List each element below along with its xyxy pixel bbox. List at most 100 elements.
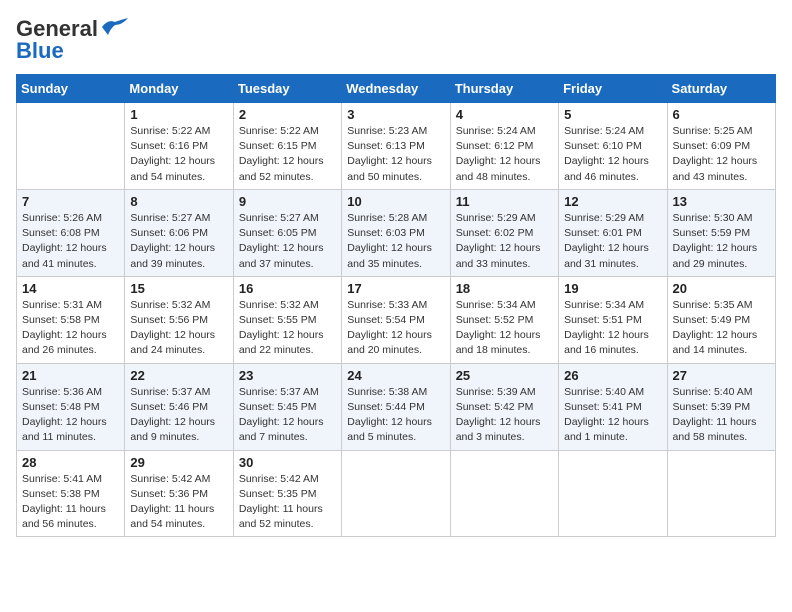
day-number: 22 (130, 368, 227, 383)
calendar-cell: 25Sunrise: 5:39 AM Sunset: 5:42 PM Dayli… (450, 363, 558, 450)
day-info: Sunrise: 5:39 AM Sunset: 5:42 PM Dayligh… (456, 385, 553, 446)
day-info: Sunrise: 5:32 AM Sunset: 5:55 PM Dayligh… (239, 298, 336, 359)
calendar-cell: 5 Sunrise: 5:24 AM Sunset: 6:10 PM Daylig… (559, 103, 667, 190)
weekday-header-friday: Friday (559, 75, 667, 103)
day-info: Sunrise: 5:40 AM Sunset: 5:41 PM Dayligh… (564, 385, 661, 446)
day-info: Sunrise: 5:31 AM Sunset: 5:58 PM Dayligh… (22, 298, 119, 359)
calendar-cell: 15 Sunrise: 5:32 AM Sunset: 5:56 PM Dayli… (125, 276, 233, 363)
day-info: Sunrise: 5:34 AM Sunset: 5:52 PM Dayligh… (456, 298, 553, 359)
calendar-cell: 9 Sunrise: 5:27 AM Sunset: 6:05 PM Daylig… (233, 189, 341, 276)
page-header: General Blue (16, 16, 776, 64)
day-number: 15 (130, 281, 227, 296)
calendar-week-row: 28Sunrise: 5:41 AM Sunset: 5:38 PM Dayli… (17, 450, 776, 537)
calendar-cell: 18 Sunrise: 5:34 AM Sunset: 5:52 PM Dayli… (450, 276, 558, 363)
day-number: 5 (564, 107, 661, 122)
calendar-cell: 29Sunrise: 5:42 AM Sunset: 5:36 PM Dayli… (125, 450, 233, 537)
day-info: Sunrise: 5:27 AM Sunset: 6:05 PM Dayligh… (239, 211, 336, 272)
day-number: 9 (239, 194, 336, 209)
day-number: 19 (564, 281, 661, 296)
calendar-week-row: 7 Sunrise: 5:26 AM Sunset: 6:08 PM Daylig… (17, 189, 776, 276)
logo-bird-icon (100, 17, 130, 37)
calendar-cell: 28Sunrise: 5:41 AM Sunset: 5:38 PM Dayli… (17, 450, 125, 537)
calendar-week-row: 14 Sunrise: 5:31 AM Sunset: 5:58 PM Dayli… (17, 276, 776, 363)
calendar-cell (559, 450, 667, 537)
day-number: 7 (22, 194, 119, 209)
day-number: 20 (673, 281, 770, 296)
calendar-cell: 17Sunrise: 5:33 AM Sunset: 5:54 PM Dayli… (342, 276, 450, 363)
calendar-cell: 6 Sunrise: 5:25 AM Sunset: 6:09 PM Daylig… (667, 103, 775, 190)
day-number: 12 (564, 194, 661, 209)
calendar-cell: 23 Sunrise: 5:37 AM Sunset: 5:45 PM Dayli… (233, 363, 341, 450)
day-number: 21 (22, 368, 119, 383)
calendar-header-row: SundayMondayTuesdayWednesdayThursdayFrid… (17, 75, 776, 103)
day-info: Sunrise: 5:29 AM Sunset: 6:02 PM Dayligh… (456, 211, 553, 272)
day-number: 3 (347, 107, 444, 122)
calendar-cell: 10 Sunrise: 5:28 AM Sunset: 6:03 PM Dayli… (342, 189, 450, 276)
calendar-cell: 2 Sunrise: 5:22 AM Sunset: 6:15 PM Daylig… (233, 103, 341, 190)
day-number: 10 (347, 194, 444, 209)
weekday-header-tuesday: Tuesday (233, 75, 341, 103)
logo: General Blue (16, 16, 130, 64)
day-number: 11 (456, 194, 553, 209)
calendar-cell: 24 Sunrise: 5:38 AM Sunset: 5:44 PM Dayli… (342, 363, 450, 450)
calendar-cell: 22 Sunrise: 5:37 AM Sunset: 5:46 PM Dayli… (125, 363, 233, 450)
day-info: Sunrise: 5:22 AM Sunset: 6:16 PM Dayligh… (130, 124, 227, 185)
day-info: Sunrise: 5:42 AM Sunset: 5:35 PM Dayligh… (239, 472, 336, 533)
calendar-cell: 14 Sunrise: 5:31 AM Sunset: 5:58 PM Dayli… (17, 276, 125, 363)
day-number: 26 (564, 368, 661, 383)
day-info: Sunrise: 5:22 AM Sunset: 6:15 PM Dayligh… (239, 124, 336, 185)
calendar-cell: 21 Sunrise: 5:36 AM Sunset: 5:48 PM Dayli… (17, 363, 125, 450)
calendar-cell: 12Sunrise: 5:29 AM Sunset: 6:01 PM Dayli… (559, 189, 667, 276)
day-number: 1 (130, 107, 227, 122)
day-number: 6 (673, 107, 770, 122)
day-info: Sunrise: 5:37 AM Sunset: 5:45 PM Dayligh… (239, 385, 336, 446)
day-info: Sunrise: 5:25 AM Sunset: 6:09 PM Dayligh… (673, 124, 770, 185)
day-info: Sunrise: 5:37 AM Sunset: 5:46 PM Dayligh… (130, 385, 227, 446)
day-info: Sunrise: 5:42 AM Sunset: 5:36 PM Dayligh… (130, 472, 227, 533)
calendar-cell: 3 Sunrise: 5:23 AM Sunset: 6:13 PM Daylig… (342, 103, 450, 190)
calendar-cell: 19 Sunrise: 5:34 AM Sunset: 5:51 PM Dayli… (559, 276, 667, 363)
day-number: 30 (239, 455, 336, 470)
calendar-cell (450, 450, 558, 537)
calendar-cell: 7 Sunrise: 5:26 AM Sunset: 6:08 PM Daylig… (17, 189, 125, 276)
day-number: 13 (673, 194, 770, 209)
day-info: Sunrise: 5:23 AM Sunset: 6:13 PM Dayligh… (347, 124, 444, 185)
day-number: 16 (239, 281, 336, 296)
day-info: Sunrise: 5:24 AM Sunset: 6:12 PM Dayligh… (456, 124, 553, 185)
day-info: Sunrise: 5:36 AM Sunset: 5:48 PM Dayligh… (22, 385, 119, 446)
day-info: Sunrise: 5:33 AM Sunset: 5:54 PM Dayligh… (347, 298, 444, 359)
day-number: 24 (347, 368, 444, 383)
day-number: 23 (239, 368, 336, 383)
day-info: Sunrise: 5:27 AM Sunset: 6:06 PM Dayligh… (130, 211, 227, 272)
weekday-header-wednesday: Wednesday (342, 75, 450, 103)
calendar-cell: 20 Sunrise: 5:35 AM Sunset: 5:49 PM Dayli… (667, 276, 775, 363)
day-number: 27 (673, 368, 770, 383)
calendar-cell: 16 Sunrise: 5:32 AM Sunset: 5:55 PM Dayli… (233, 276, 341, 363)
calendar-cell (17, 103, 125, 190)
calendar-week-row: 1 Sunrise: 5:22 AM Sunset: 6:16 PM Daylig… (17, 103, 776, 190)
calendar-cell: 27Sunrise: 5:40 AM Sunset: 5:39 PM Dayli… (667, 363, 775, 450)
calendar-table: SundayMondayTuesdayWednesdayThursdayFrid… (16, 74, 776, 537)
day-number: 14 (22, 281, 119, 296)
day-info: Sunrise: 5:38 AM Sunset: 5:44 PM Dayligh… (347, 385, 444, 446)
calendar-cell: 1 Sunrise: 5:22 AM Sunset: 6:16 PM Daylig… (125, 103, 233, 190)
day-info: Sunrise: 5:28 AM Sunset: 6:03 PM Dayligh… (347, 211, 444, 272)
day-number: 18 (456, 281, 553, 296)
calendar-cell (342, 450, 450, 537)
day-number: 4 (456, 107, 553, 122)
day-number: 8 (130, 194, 227, 209)
weekday-header-saturday: Saturday (667, 75, 775, 103)
calendar-week-row: 21 Sunrise: 5:36 AM Sunset: 5:48 PM Dayli… (17, 363, 776, 450)
weekday-header-sunday: Sunday (17, 75, 125, 103)
day-info: Sunrise: 5:24 AM Sunset: 6:10 PM Dayligh… (564, 124, 661, 185)
calendar-cell: 4 Sunrise: 5:24 AM Sunset: 6:12 PM Daylig… (450, 103, 558, 190)
day-number: 28 (22, 455, 119, 470)
day-info: Sunrise: 5:34 AM Sunset: 5:51 PM Dayligh… (564, 298, 661, 359)
calendar-cell: 26 Sunrise: 5:40 AM Sunset: 5:41 PM Dayli… (559, 363, 667, 450)
day-info: Sunrise: 5:35 AM Sunset: 5:49 PM Dayligh… (673, 298, 770, 359)
day-info: Sunrise: 5:26 AM Sunset: 6:08 PM Dayligh… (22, 211, 119, 272)
calendar-cell: 11 Sunrise: 5:29 AM Sunset: 6:02 PM Dayli… (450, 189, 558, 276)
calendar-cell: 13Sunrise: 5:30 AM Sunset: 5:59 PM Dayli… (667, 189, 775, 276)
day-info: Sunrise: 5:32 AM Sunset: 5:56 PM Dayligh… (130, 298, 227, 359)
day-number: 2 (239, 107, 336, 122)
